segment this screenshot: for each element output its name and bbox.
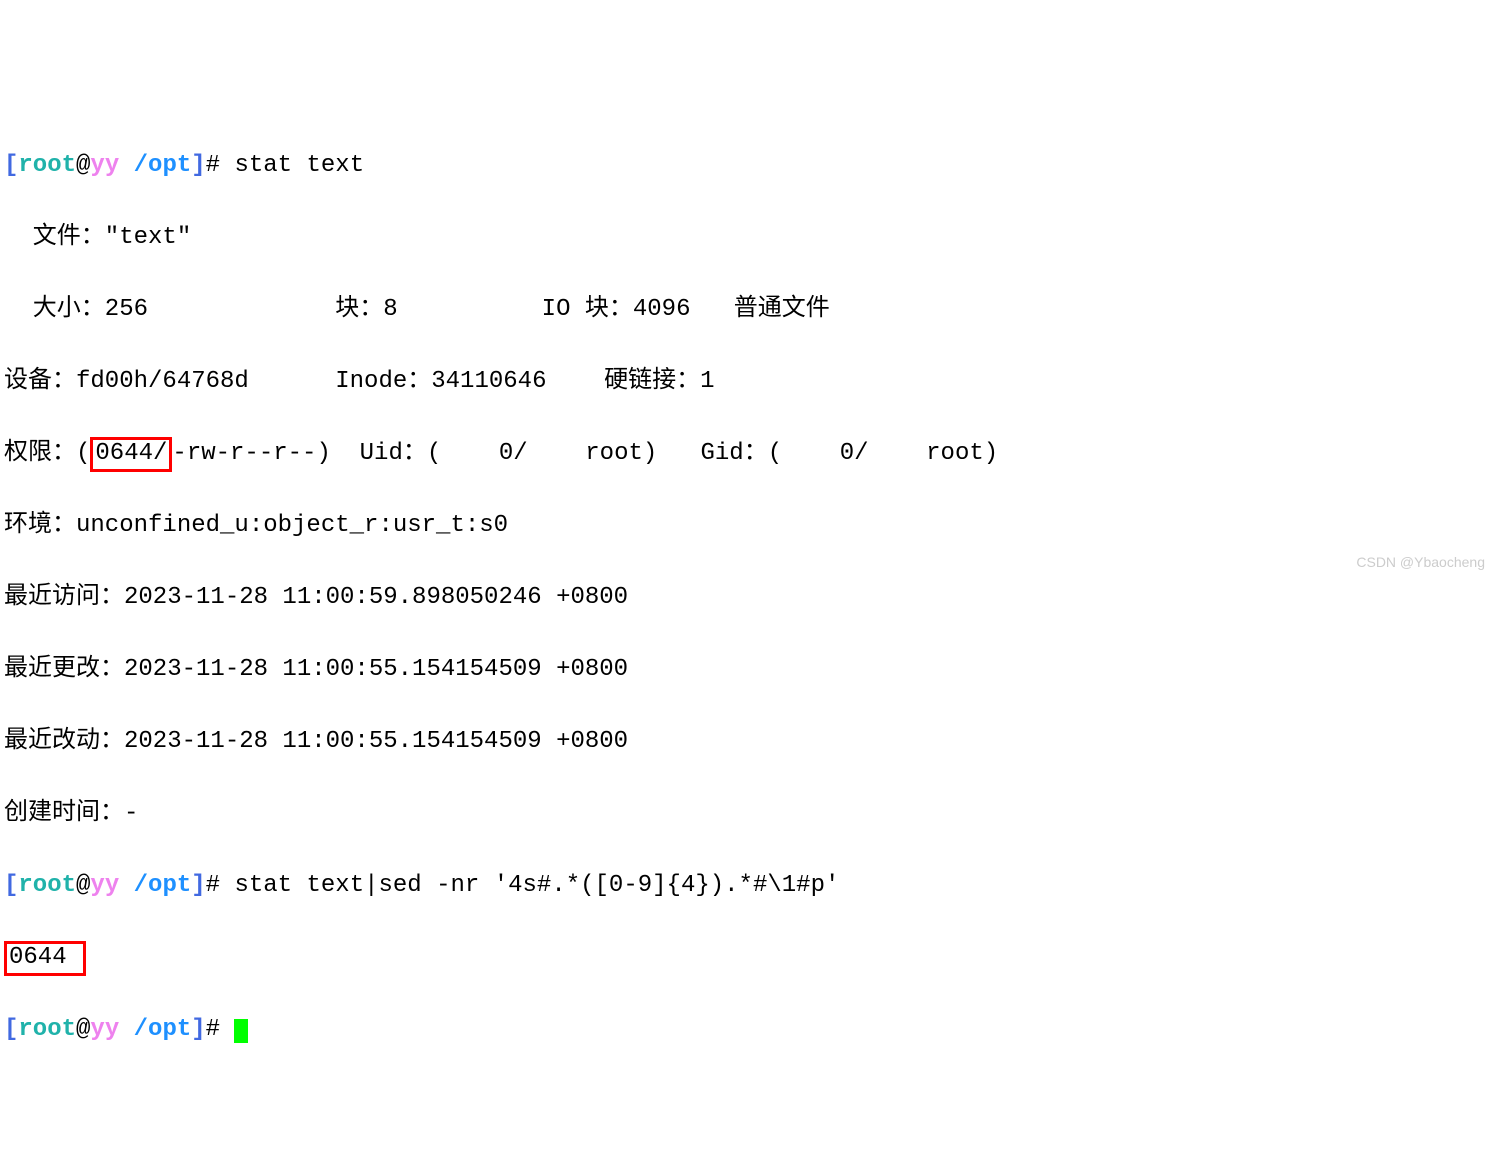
output-context: 环境：unconfined_u:object_r:usr_t:s0 bbox=[4, 508, 1491, 544]
prompt-host: yy bbox=[90, 152, 119, 179]
cursor-icon[interactable] bbox=[234, 1019, 248, 1043]
prompt-path: /opt bbox=[134, 152, 192, 179]
prompt-hash: # bbox=[206, 152, 235, 179]
prompt-at: @ bbox=[76, 152, 90, 179]
bracket-open: [ bbox=[4, 152, 18, 179]
prompt-line-2: [root@yy /opt]# stat text|sed -nr '4s#.*… bbox=[4, 868, 1491, 904]
output-file: 文件："text" bbox=[4, 220, 1491, 256]
bracket-close: ] bbox=[191, 152, 205, 179]
output-modify: 最近更改：2023-11-28 11:00:55.154154509 +0800 bbox=[4, 652, 1491, 688]
output-change: 最近改动：2023-11-28 11:00:55.154154509 +0800 bbox=[4, 724, 1491, 760]
output-device: 设备：fd00h/64768d Inode：34110646 硬链接：1 bbox=[4, 364, 1491, 400]
prompt-line-1: [root@yy /opt]# stat text bbox=[4, 148, 1491, 184]
output-result: 0644 bbox=[4, 940, 1491, 976]
perm-suffix: -rw-r--r--) Uid：( 0/ root) Gid：( 0/ root… bbox=[172, 440, 998, 467]
result-highlight-box: 0644 bbox=[4, 941, 86, 976]
command-1[interactable]: stat text bbox=[234, 152, 364, 179]
prompt-line-3: [root@yy /opt]# bbox=[4, 1012, 1491, 1048]
perm-highlight-box: 0644/ bbox=[90, 437, 172, 472]
output-size: 大小：256 块：8 IO 块：4096 普通文件 bbox=[4, 292, 1491, 328]
perm-prefix: 权限：( bbox=[4, 440, 90, 467]
watermark: CSDN @Ybaocheng bbox=[1356, 552, 1485, 573]
output-birth: 创建时间：- bbox=[4, 796, 1491, 832]
output-perm: 权限：(0644/-rw-r--r--) Uid：( 0/ root) Gid：… bbox=[4, 436, 1491, 472]
prompt-user: root bbox=[18, 152, 76, 179]
command-2[interactable]: stat text|sed -nr '4s#.*([0-9]{4}).*#\1#… bbox=[234, 872, 839, 899]
output-access: 最近访问：2023-11-28 11:00:59.898050246 +0800 bbox=[4, 580, 1491, 616]
